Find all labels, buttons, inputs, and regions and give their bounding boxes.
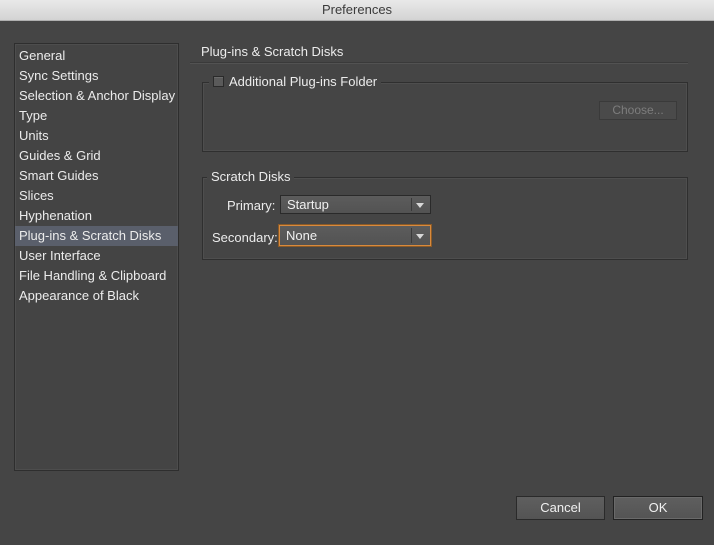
window-title: Preferences: [321, 2, 393, 17]
select-divider: [411, 228, 412, 243]
preferences-category-list: General Sync Settings Selection & Anchor…: [14, 43, 179, 471]
additional-plugins-checkbox[interactable]: [213, 76, 224, 87]
primary-scratch-disk-select[interactable]: Startup: [280, 195, 431, 214]
sidebar-item-guides-grid[interactable]: Guides & Grid: [15, 146, 178, 166]
sidebar-item-slices[interactable]: Slices: [15, 186, 178, 206]
scratch-disks-title-text: Scratch Disks: [211, 169, 291, 184]
primary-label: Primary:: [227, 198, 276, 213]
primary-select-value: Startup: [287, 197, 329, 212]
scratch-disks-group-title: Scratch Disks: [207, 169, 295, 184]
chevron-down-icon: [416, 233, 424, 239]
sidebar-item-general[interactable]: General: [15, 46, 178, 66]
sidebar-item-selection-anchor-display[interactable]: Selection & Anchor Display: [15, 86, 178, 106]
sidebar-item-appearance-of-black[interactable]: Appearance of Black: [15, 286, 178, 306]
sidebar-item-file-handling-clipboard[interactable]: File Handling & Clipboard: [15, 266, 178, 286]
sidebar-item-plugins-scratch-disks[interactable]: Plug-ins & Scratch Disks: [15, 226, 178, 246]
sidebar-item-sync-settings[interactable]: Sync Settings: [15, 66, 178, 86]
additional-plugins-label[interactable]: Additional Plug-ins Folder: [229, 74, 377, 89]
sidebar-item-hyphenation[interactable]: Hyphenation: [15, 206, 178, 226]
plugins-folder-group-header: Additional Plug-ins Folder: [209, 74, 382, 89]
sidebar-item-smart-guides[interactable]: Smart Guides: [15, 166, 178, 186]
secondary-select-value: None: [286, 228, 318, 243]
scratch-disks-group: Scratch Disks Primary: Startup Secondary…: [202, 169, 688, 260]
plugins-folder-group: Additional Plug-ins Folder Choose...: [202, 74, 688, 152]
secondary-label: Secondary:: [212, 230, 278, 245]
panel-title-divider: [190, 62, 688, 64]
window-titlebar: Preferences: [0, 0, 714, 21]
secondary-scratch-disk-select[interactable]: None: [279, 225, 431, 246]
sidebar-item-units[interactable]: Units: [15, 126, 178, 146]
choose-folder-button[interactable]: Choose...: [599, 101, 677, 120]
panel-title: Plug-ins & Scratch Disks: [201, 44, 344, 59]
ok-button[interactable]: OK: [613, 496, 703, 520]
cancel-button[interactable]: Cancel: [516, 496, 605, 520]
sidebar-item-type[interactable]: Type: [15, 106, 178, 126]
sidebar-item-user-interface[interactable]: User Interface: [15, 246, 178, 266]
chevron-down-icon: [416, 202, 424, 208]
select-divider: [411, 198, 412, 211]
